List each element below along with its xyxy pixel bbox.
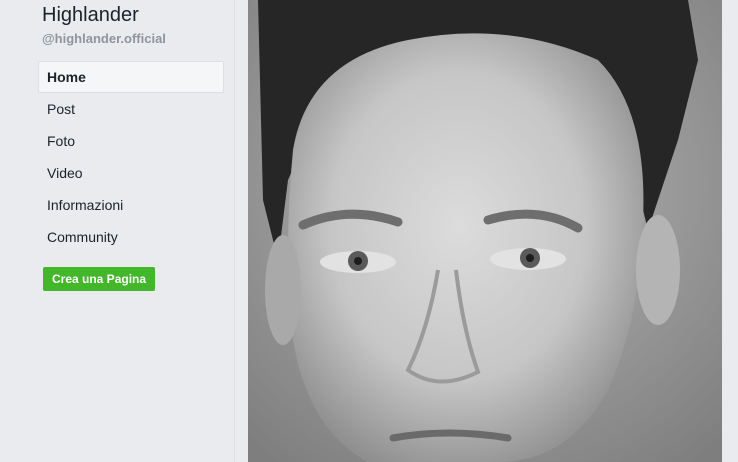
nav-item-home[interactable]: Home xyxy=(38,61,224,93)
create-page-button[interactable]: Crea una Pagina xyxy=(43,267,156,291)
cover-photo[interactable] xyxy=(248,0,722,462)
nav-item-videos[interactable]: Video xyxy=(38,157,224,189)
nav-item-community[interactable]: Community xyxy=(38,221,224,253)
page-username[interactable]: @highlander.official xyxy=(42,31,166,47)
page-sidebar: Highlander @highlander.official Home Pos… xyxy=(0,0,234,462)
page-nav: Home Post Foto Video Informazioni Commun… xyxy=(38,61,224,253)
page: Highlander @highlander.official Home Pos… xyxy=(0,0,738,462)
sidebar-divider xyxy=(234,0,235,462)
page-title[interactable]: Highlander xyxy=(42,3,139,27)
nav-item-photos[interactable]: Foto xyxy=(38,125,224,157)
nav-item-posts[interactable]: Post xyxy=(38,93,224,125)
nav-item-about[interactable]: Informazioni xyxy=(38,189,224,221)
portrait-photo-icon xyxy=(248,0,722,462)
